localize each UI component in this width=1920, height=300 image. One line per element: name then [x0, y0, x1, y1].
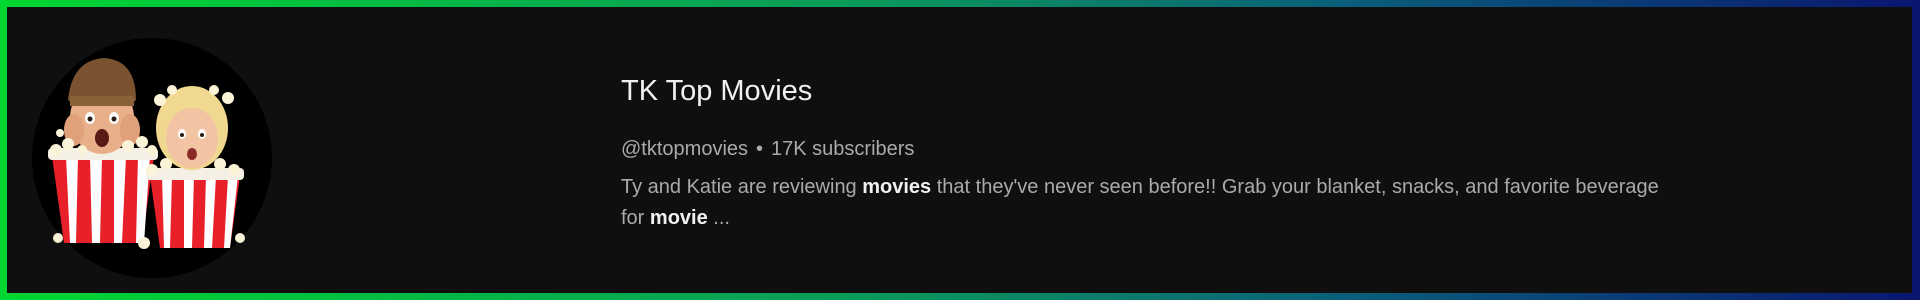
channel-handle: @tktopmovies	[621, 138, 749, 160]
channel-description[interactable]: Ty and Katie are reviewing movies that t…	[621, 172, 1701, 234]
subscriber-count: 17K subscribers	[771, 138, 915, 160]
person-right	[156, 86, 228, 170]
channel-header-panel: TK Top Movies @tktopmovies • 17K subscribe…	[7, 7, 1912, 293]
channel-avatar[interactable]	[32, 38, 272, 278]
description-text: for	[621, 207, 650, 229]
popcorn-bucket-left	[48, 148, 158, 243]
description-highlight: movie	[649, 207, 708, 229]
description-more: ...	[707, 207, 730, 229]
channel-info: TK Top Movies @tktopmovies • 17K subscribe…	[621, 73, 1721, 234]
description-text: that they've never seen before!! Grab yo…	[931, 176, 1659, 198]
description-highlight: movies	[862, 176, 932, 198]
meta-separator: •	[756, 138, 764, 160]
channel-meta: @tktopmovies • 17K subscribers	[621, 136, 1721, 162]
description-text: Ty and Katie are reviewing	[621, 176, 863, 198]
popcorn-bucket-right	[146, 168, 244, 248]
channel-name[interactable]: TK Top Movies	[621, 73, 812, 109]
